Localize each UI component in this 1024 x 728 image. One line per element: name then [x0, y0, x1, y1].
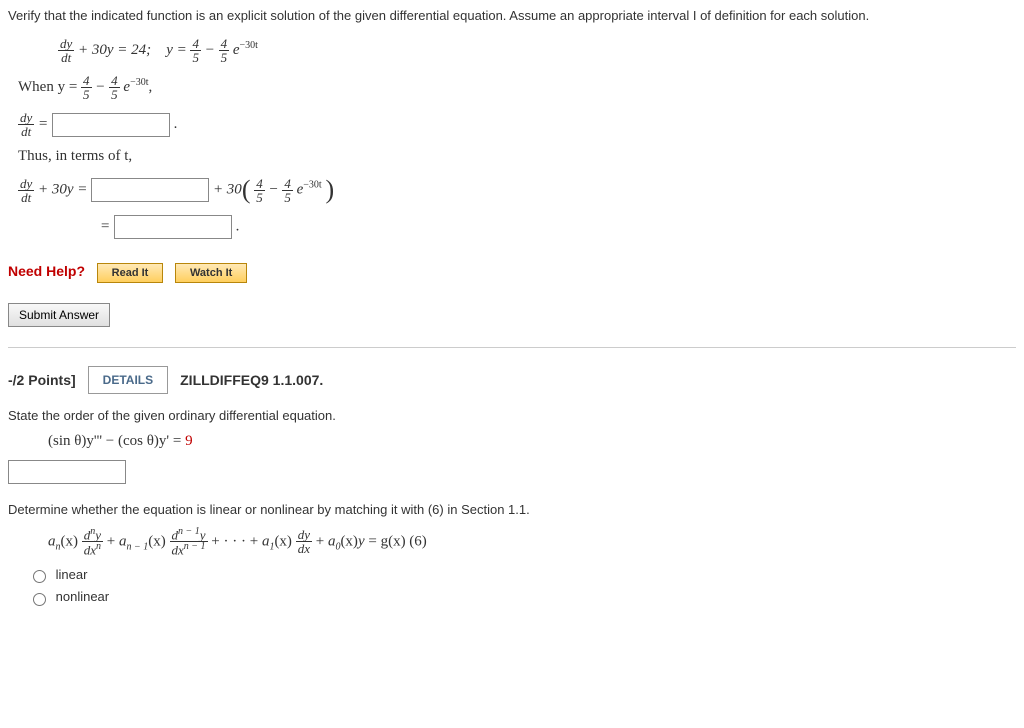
- ode-line: (sin θ)y''' − (cos θ)y' = 9: [48, 433, 1016, 450]
- dy-dt-equals-line: dydt = .: [18, 111, 1016, 138]
- points-row: -/2 Points] DETAILS ZILLDIFFEQ9 1.1.007.: [8, 366, 1016, 394]
- given-equation: dydt + 30y = 24; y = 45 − 45 e−30t: [58, 37, 1016, 64]
- linear-instruction: Determine whether the equation is linear…: [8, 502, 1016, 517]
- radio-nonlinear-label: nonlinear: [56, 589, 110, 604]
- radio-nonlinear[interactable]: [33, 593, 46, 606]
- radio-linear-row: linear: [28, 567, 1016, 584]
- question-order: -/2 Points] DETAILS ZILLDIFFEQ9 1.1.007.…: [8, 366, 1016, 606]
- lhs-input[interactable]: [91, 178, 209, 202]
- source-label: ZILLDIFFEQ9 1.1.007.: [180, 372, 323, 388]
- dydt-input[interactable]: [52, 113, 170, 137]
- instruction-text: Verify that the indicated function is an…: [8, 8, 1016, 23]
- details-button[interactable]: DETAILS: [88, 366, 168, 394]
- order-input[interactable]: [8, 460, 126, 484]
- submit-answer-button[interactable]: Submit Answer: [8, 303, 110, 327]
- need-help-label: Need Help?: [8, 263, 85, 279]
- combined-line: dydt + 30y = + 30( 45 − 45 e−30t ): [18, 175, 1016, 205]
- divider: [8, 347, 1016, 348]
- radio-linear-label: linear: [56, 567, 88, 582]
- order-input-row: [8, 460, 1016, 484]
- form-line: an(x) dnydxn + an − 1(x) dn − 1ydxn − 1 …: [48, 527, 1016, 557]
- result-line: = .: [100, 215, 1016, 239]
- question-verify: Verify that the indicated function is an…: [8, 8, 1016, 327]
- radio-linear[interactable]: [33, 570, 46, 583]
- thus-line: Thus, in terms of t,: [18, 148, 1016, 165]
- radio-nonlinear-row: nonlinear: [28, 589, 1016, 606]
- when-y-line: When y = 45 − 45 e−30t,: [18, 74, 1016, 101]
- points-label: -/2 Points]: [8, 372, 76, 388]
- need-help-row: Need Help? Read It Watch It: [8, 263, 1016, 283]
- order-instruction: State the order of the given ordinary di…: [8, 408, 1016, 423]
- watch-it-button[interactable]: Watch It: [175, 263, 247, 283]
- read-it-button[interactable]: Read It: [97, 263, 164, 283]
- result-input[interactable]: [114, 215, 232, 239]
